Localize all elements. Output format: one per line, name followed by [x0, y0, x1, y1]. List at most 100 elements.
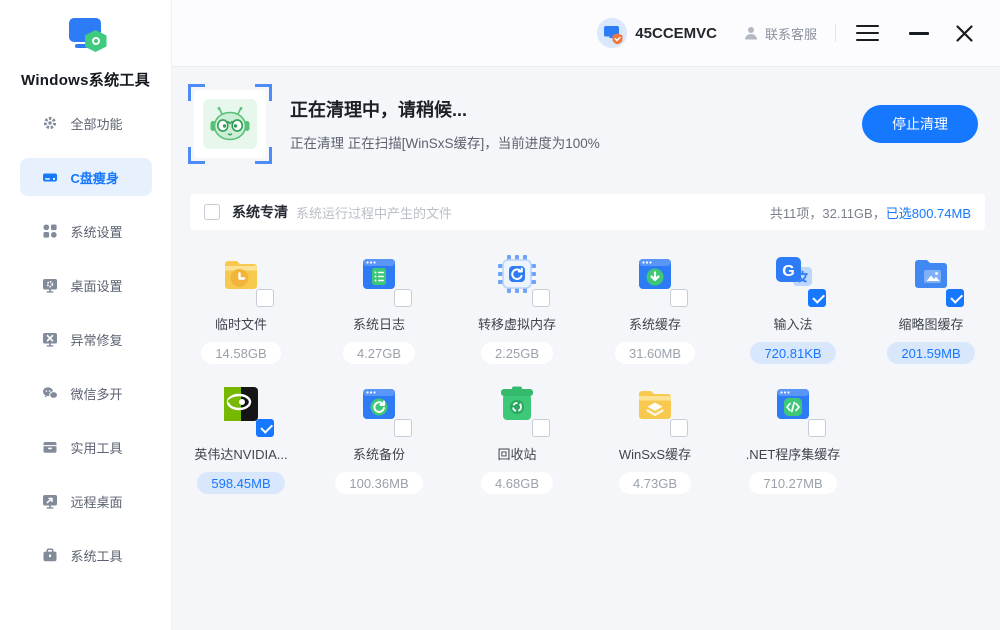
sidebar-item-remote-desktop[interactable]: 远程桌面	[20, 482, 152, 520]
cleanup-item-thumbnail-cache[interactable]: 缩略图缓存 201.59MB	[862, 252, 1000, 382]
sidebar-nav: 全部功能 C盘瘦身 系统设置 桌面设置	[0, 90, 171, 574]
item-label: 回收站	[497, 444, 536, 463]
item-label: 系统日志	[353, 314, 405, 333]
svg-text:G: G	[782, 263, 794, 280]
cleanup-grid: 临时文件 14.58GB	[172, 252, 1000, 512]
sidebar-item-label: 桌面设置	[71, 276, 123, 295]
item-size: 4.68GB	[481, 472, 553, 494]
sidebar-item-label: 全部功能	[71, 114, 123, 133]
stop-cleaning-button[interactable]: 停止清理	[862, 105, 978, 143]
cleanup-item-dotnet-cache[interactable]: .NET程序集缓存 710.27MB	[724, 382, 862, 512]
cleanup-item-input-method[interactable]: G 输入法 720.81KB	[724, 252, 862, 382]
cleanup-item-system-logs[interactable]: 系统日志 4.27GB	[310, 252, 448, 382]
sidebar-item-label: C盘瘦身	[71, 168, 119, 187]
gear-icon	[42, 115, 58, 131]
user-id[interactable]: 45CCEMVC	[635, 25, 717, 42]
item-size: 4.73GB	[619, 472, 691, 494]
item-checkbox[interactable]	[532, 289, 550, 307]
item-checkbox[interactable]	[532, 419, 550, 437]
item-size: 598.45MB	[197, 472, 284, 494]
sidebar-item-label: 实用工具	[71, 438, 123, 457]
section-header: 系统专清 系统运行过程中产生的文件 共11项，32.11GB，已选800.74M…	[190, 194, 985, 230]
contact-support-button[interactable]: 联系客服	[743, 24, 817, 43]
item-label: 系统备份	[353, 444, 405, 463]
item-size: 4.27GB	[343, 342, 415, 364]
sidebar-item-label: 系统设置	[71, 222, 123, 241]
monitor-gear-icon	[42, 277, 58, 293]
main-area: 45CCEMVC 联系客服	[172, 0, 1000, 630]
item-label: 缩略图缓存	[898, 314, 963, 333]
item-checkbox[interactable]	[394, 289, 412, 307]
grid-icon	[42, 223, 58, 239]
item-size: 720.81KB	[750, 342, 835, 364]
sidebar-item-label: 异常修复	[71, 330, 123, 349]
cleanup-item-virtual-memory[interactable]: 转移虚拟内存 2.25GB	[448, 252, 586, 382]
item-checkbox[interactable]	[808, 419, 826, 437]
item-checkbox[interactable]	[670, 289, 688, 307]
item-label: 系统缓存	[629, 314, 681, 333]
cleanup-item-temp-files[interactable]: 临时文件 14.58GB	[172, 252, 310, 382]
item-size: 710.27MB	[749, 472, 836, 494]
contact-support-label: 联系客服	[765, 24, 817, 43]
item-label: 英伟达NVIDIA...	[194, 444, 287, 463]
sidebar-item-wechat-multi[interactable]: 微信多开	[20, 374, 152, 412]
cleanup-item-system-backup[interactable]: 系统备份 100.36MB	[310, 382, 448, 512]
user-avatar[interactable]	[597, 18, 627, 48]
sidebar-item-label: 系统工具	[71, 546, 123, 565]
section-title: 系统专清	[232, 202, 288, 222]
cleanup-item-recycle-bin[interactable]: 回收站 4.68GB	[448, 382, 586, 512]
item-label: 输入法	[773, 314, 812, 333]
item-checkbox[interactable]	[256, 419, 274, 437]
item-checkbox[interactable]	[670, 419, 688, 437]
title-bar: 45CCEMVC 联系客服	[172, 0, 1000, 67]
item-checkbox[interactable]	[256, 289, 274, 307]
robot-scan-icon	[188, 84, 272, 164]
item-size: 2.25GB	[481, 342, 553, 364]
item-label: 转移虚拟内存	[478, 314, 556, 333]
remote-desktop-icon	[42, 493, 58, 509]
wechat-icon	[42, 385, 58, 401]
cleaning-banner: 正在清理中，请稍候... 正在清理 正在扫描[WinSxS缓存]，当前进度为10…	[188, 84, 978, 164]
items-summary: 共11项，32.11GB，	[770, 206, 886, 221]
toolbox-icon	[42, 439, 58, 455]
sidebar-item-label: 远程桌面	[71, 492, 123, 511]
item-size: 201.59MB	[887, 342, 974, 364]
sidebar: Windows系统工具 全部功能 C盘瘦身 系统设置	[0, 0, 172, 630]
selected-size[interactable]: 已选800.74MB	[886, 206, 971, 221]
sidebar-item-utilities[interactable]: 实用工具	[20, 428, 152, 466]
app-window: Windows系统工具 全部功能 C盘瘦身 系统设置	[0, 0, 1000, 630]
banner-status: 正在清理 正在扫描[WinSxS缓存]，当前进度为100%	[290, 132, 600, 152]
monitor-fix-icon	[42, 331, 58, 347]
sidebar-item-all-functions[interactable]: 全部功能	[20, 104, 152, 142]
item-size: 31.60MB	[615, 342, 695, 364]
item-size: 14.58GB	[201, 342, 280, 364]
section-description: 系统运行过程中产生的文件	[296, 203, 452, 222]
sidebar-item-label: 微信多开	[71, 384, 123, 403]
person-icon	[743, 25, 759, 41]
cleanup-item-winsxs-cache[interactable]: WinSxS缓存 4.73GB	[586, 382, 724, 512]
item-size: 100.36MB	[335, 472, 422, 494]
section-summary: 共11项，32.11GB，已选800.74MB	[770, 203, 971, 222]
sidebar-item-c-drive-slim[interactable]: C盘瘦身	[20, 158, 152, 196]
sidebar-item-error-repair[interactable]: 异常修复	[20, 320, 152, 358]
section-checkbox[interactable]	[204, 204, 220, 220]
item-checkbox[interactable]	[946, 289, 964, 307]
briefcase-icon	[42, 547, 58, 563]
item-checkbox[interactable]	[808, 289, 826, 307]
menu-icon[interactable]	[854, 21, 881, 46]
sidebar-item-desktop-settings[interactable]: 桌面设置	[20, 266, 152, 304]
item-label: 临时文件	[215, 314, 267, 333]
banner-title: 正在清理中，请稍候...	[290, 96, 600, 122]
sidebar-item-system-settings[interactable]: 系统设置	[20, 212, 152, 250]
banner-text: 正在清理中，请稍候... 正在清理 正在扫描[WinSxS缓存]，当前进度为10…	[290, 96, 600, 152]
app-logo-icon	[63, 16, 109, 58]
sidebar-item-system-tools[interactable]: 系统工具	[20, 536, 152, 574]
item-label: WinSxS缓存	[619, 444, 691, 463]
item-checkbox[interactable]	[394, 419, 412, 437]
app-logo: Windows系统工具	[0, 0, 171, 90]
cleanup-item-nvidia[interactable]: 英伟达NVIDIA... 598.45MB	[172, 382, 310, 512]
cleanup-item-system-cache[interactable]: 系统缓存 31.60MB	[586, 252, 724, 382]
minimize-button[interactable]	[909, 32, 929, 35]
titlebar-divider	[835, 24, 836, 42]
close-button[interactable]	[955, 24, 974, 43]
